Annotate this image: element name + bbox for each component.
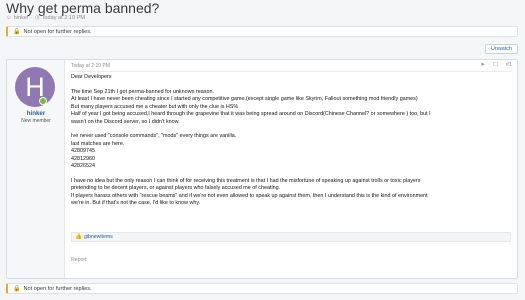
thread-author[interactable]: hinker bbox=[14, 15, 29, 21]
notice-text: Not open for further replies. bbox=[23, 28, 92, 35]
online-status-icon bbox=[39, 97, 47, 105]
lock-icon: 🔒 bbox=[13, 286, 21, 292]
post-line: last matches are here. bbox=[71, 140, 125, 147]
post-line: The time Sep 21th I got perma-banned for… bbox=[71, 88, 214, 95]
post-line: I have no idea but the only reason I can… bbox=[71, 177, 421, 184]
like-icon: 👍 bbox=[75, 234, 82, 240]
post-username[interactable]: hinker bbox=[7, 110, 65, 117]
post-line: But many players accused me a cheater bu… bbox=[71, 103, 239, 110]
post-line: Ive never used "console commands", "mods… bbox=[71, 133, 237, 139]
post-date[interactable]: Today at 2:10 PM bbox=[71, 63, 110, 69]
post-line: pretending to be decent players, or agai… bbox=[71, 185, 281, 191]
bookmark-icon[interactable]: ☐ bbox=[493, 62, 498, 68]
reaction-bar: 👍 gibnewitems bbox=[71, 232, 511, 242]
notice-text: Not open for further replies. bbox=[23, 285, 92, 292]
closed-notice-top: 🔒 Not open for further replies. bbox=[6, 26, 518, 37]
post-line: At least I have never been cheating sinc… bbox=[71, 96, 418, 102]
avatar[interactable]: H bbox=[15, 67, 55, 107]
post-line: we're in. But if that's not the case, I'… bbox=[71, 200, 201, 206]
user-title: New member bbox=[21, 118, 51, 124]
report-link[interactable]: Report bbox=[71, 257, 87, 263]
share-icon[interactable]: ➤ bbox=[480, 62, 485, 68]
post-user-column: H hinker New member bbox=[7, 60, 65, 278]
post-actions: ➤ ☐ #1 bbox=[480, 62, 512, 68]
clock-icon: ◷ bbox=[34, 15, 40, 21]
post-line: wasn't on the Discord server, so I didn'… bbox=[71, 118, 180, 125]
post-line: 42826524 bbox=[71, 163, 95, 169]
thread-date[interactable]: Today at 2:10 PM bbox=[42, 15, 86, 21]
thread-meta: ☺ hinker · ◷ Today at 2:10 PM bbox=[6, 15, 86, 21]
unwatch-button[interactable]: Unwatch bbox=[485, 44, 518, 54]
post-line: 42809745 bbox=[71, 148, 95, 154]
lock-icon: 🔒 bbox=[13, 29, 21, 35]
post-line: If players harass others with "rescue be… bbox=[71, 192, 428, 199]
divider bbox=[71, 71, 512, 72]
post-number[interactable]: #1 bbox=[506, 62, 512, 68]
user-icon: ☺ bbox=[6, 15, 12, 21]
post-line: 42812960 bbox=[71, 155, 95, 162]
post-line: Half of year I got being accused,I heard… bbox=[71, 111, 431, 117]
post-message: H hinker New member Today at 2:10 PM ➤ ☐… bbox=[6, 59, 518, 279]
post-body: Dear Developers The time Sep 21th I got p… bbox=[71, 74, 511, 208]
closed-notice-bottom: 🔒 Not open for further replies. bbox=[6, 283, 518, 294]
thread-title: Why get perma banned? bbox=[6, 0, 160, 16]
post-line: Dear Developers bbox=[71, 74, 112, 80]
reaction-user[interactable]: gibnewitems bbox=[84, 234, 113, 240]
